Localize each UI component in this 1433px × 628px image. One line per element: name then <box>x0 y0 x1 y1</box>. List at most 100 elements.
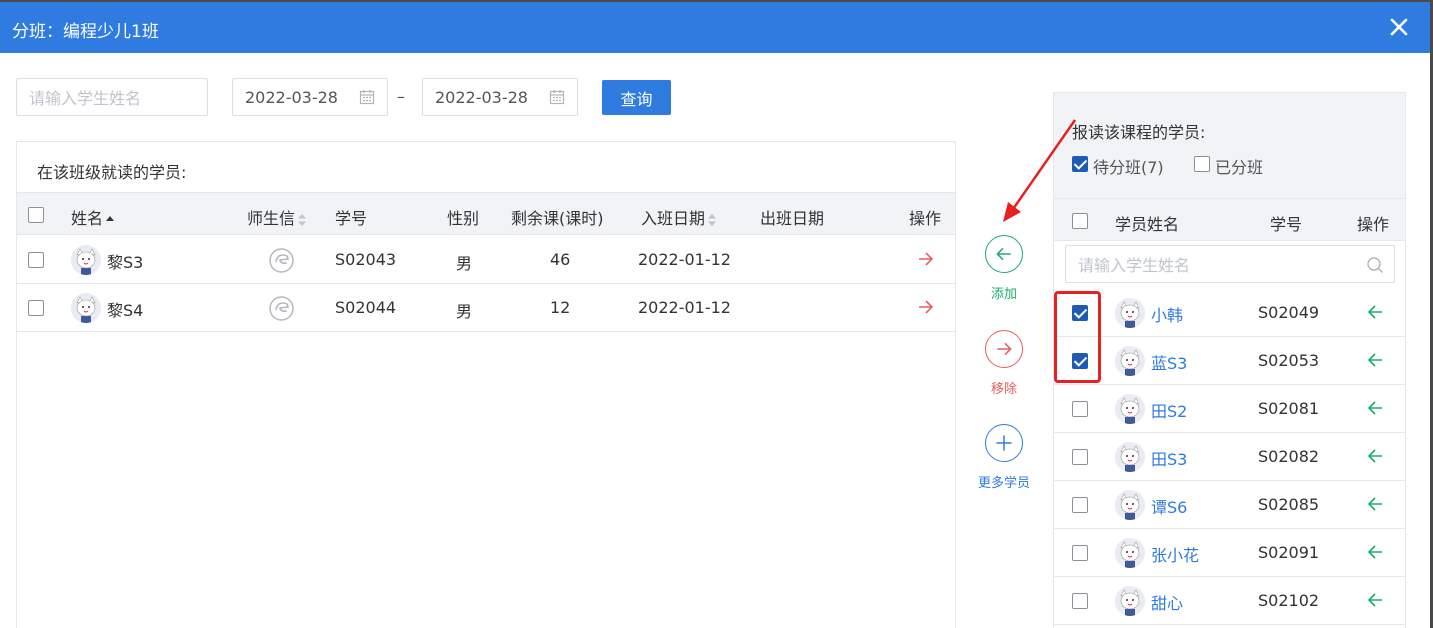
table-row: 黎S3 S02043 男 46 2022-01-12 <box>17 236 955 284</box>
select-all-checkbox[interactable] <box>28 207 44 223</box>
annotation-arrow <box>1003 119 1077 222</box>
add-arrow-left-icon[interactable] <box>1366 400 1384 416</box>
table-row: 蓝S3 S02053 <box>1054 337 1405 385</box>
avatar <box>1115 490 1145 520</box>
join-date: 2022-01-12 <box>638 250 731 269</box>
assigned-filter-checkbox[interactable] <box>1194 156 1210 172</box>
row-checkbox[interactable] <box>1072 545 1088 561</box>
calendar-icon <box>549 90 565 105</box>
row-checkbox[interactable] <box>1072 401 1088 417</box>
avatar <box>1115 298 1145 328</box>
student-name-link[interactable]: 田S2 <box>1151 398 1187 422</box>
pending-filter-label[interactable]: 待分班(7) <box>1093 154 1164 178</box>
join-date: 2022-01-12 <box>638 298 731 317</box>
avatar <box>71 293 101 323</box>
column-wechat[interactable]: 师生信 <box>247 205 307 229</box>
student-gender: 男 <box>456 302 473 321</box>
column-remaining-lessons: 剩余课(课时) <box>511 209 604 228</box>
course-table-header: 学员姓名 学号 操作 <box>1054 198 1405 241</box>
add-button[interactable] <box>985 235 1023 273</box>
end-date-value: 2022-03-28 <box>435 87 528 107</box>
table-row: 黎S4 S02044 男 12 2022-01-12 <box>17 284 955 332</box>
row-checkbox[interactable] <box>1072 497 1088 513</box>
enrolled-panel-title: 在该班级就读的学员: <box>37 163 187 182</box>
column-student-id: 学号 <box>1270 215 1303 234</box>
student-id: S02043 <box>335 250 397 269</box>
avatar <box>71 245 101 275</box>
query-button[interactable]: 查询 <box>602 80 671 115</box>
student-id: S02044 <box>335 298 397 317</box>
student-name: 黎S3 <box>107 253 144 272</box>
course-student-search-input[interactable]: 请输入学生姓名 <box>1065 245 1395 283</box>
remaining-lessons: 46 <box>550 250 571 269</box>
student-name: 黎S4 <box>107 301 144 320</box>
column-join-date[interactable]: 入班日期 <box>641 205 717 229</box>
wechat-icon[interactable] <box>269 248 294 273</box>
remove-arrow-right-icon[interactable] <box>917 251 935 267</box>
table-row: 田S3 S02082 <box>1054 433 1405 481</box>
student-id: S02049 <box>1258 303 1320 322</box>
student-name-link[interactable]: 蓝S3 <box>1151 350 1187 374</box>
student-name-link[interactable]: 甜心 <box>1151 590 1183 614</box>
avatar <box>1115 538 1145 568</box>
column-student-name: 学员姓名 <box>1115 215 1180 234</box>
student-id: S02053 <box>1258 351 1320 370</box>
student-id: S02102 <box>1258 591 1320 610</box>
course-table-body: 请输入学生姓名 小韩 S02049 蓝S3 S02053 田S2 S02081 田S3 S02… <box>1054 241 1405 628</box>
student-name-link[interactable]: 谭S6 <box>1151 494 1187 518</box>
more-students-button[interactable] <box>985 424 1023 462</box>
enrolled-table-header: 姓名 师生信 学号 性别 剩余课(课时) 入班日期 出班日期 操作 <box>17 192 955 235</box>
start-date-picker[interactable]: 2022-03-28 <box>232 78 388 116</box>
add-arrow-left-icon[interactable] <box>1366 304 1384 320</box>
row-checkbox[interactable] <box>28 300 44 316</box>
sort-asc-icon <box>106 215 115 221</box>
start-date-value: 2022-03-28 <box>245 87 338 107</box>
add-arrow-left-icon[interactable] <box>1366 592 1384 608</box>
more-students-label[interactable]: 更多学员 <box>964 472 1044 491</box>
add-arrow-left-icon[interactable] <box>1366 544 1384 560</box>
table-row: 甜心 S02102 <box>1054 577 1405 625</box>
student-name-link[interactable]: 田S3 <box>1151 446 1187 470</box>
add-arrow-left-icon[interactable] <box>1366 496 1384 512</box>
column-action: 操作 <box>909 209 942 228</box>
date-range-separator: – <box>397 87 405 106</box>
add-arrow-left-icon[interactable] <box>1366 352 1384 368</box>
student-id: S02091 <box>1258 543 1320 562</box>
course-panel-title: 报读该课程的学员: <box>1072 123 1206 142</box>
search-icon[interactable] <box>1366 256 1384 274</box>
row-checkbox[interactable] <box>1072 593 1088 609</box>
remaining-lessons: 12 <box>550 298 571 317</box>
table-row: 田S2 S02081 <box>1054 385 1405 433</box>
avatar <box>1115 394 1145 424</box>
close-icon[interactable] <box>1388 16 1410 38</box>
avatar <box>1115 442 1145 472</box>
selection-highlight-box <box>1054 291 1101 383</box>
class-assignment-dialog: 分班：编程少儿1班 请输入学生姓名 2022-03-28 – 2022-03-2… <box>0 2 1430 628</box>
add-arrow-left-icon[interactable] <box>1366 448 1384 464</box>
student-name-input[interactable]: 请输入学生姓名 <box>16 78 208 116</box>
table-row: 谭S6 S02085 <box>1054 481 1405 529</box>
column-name[interactable]: 姓名 <box>71 205 115 229</box>
student-id: S02085 <box>1258 495 1320 514</box>
dialog-header: 分班：编程少儿1班 <box>0 2 1430 53</box>
column-student-id: 学号 <box>335 209 368 228</box>
row-checkbox[interactable] <box>1072 449 1088 465</box>
remove-button[interactable] <box>985 330 1023 368</box>
remove-label[interactable]: 移除 <box>964 378 1044 397</box>
student-id: S02081 <box>1258 399 1320 418</box>
table-row: 小韩 S02049 <box>1054 289 1405 337</box>
add-label[interactable]: 添加 <box>964 283 1044 302</box>
student-name-link[interactable]: 小韩 <box>1151 302 1183 326</box>
remove-arrow-right-icon[interactable] <box>917 299 935 315</box>
assigned-filter-label[interactable]: 已分班 <box>1215 154 1263 178</box>
sort-icon <box>298 213 307 226</box>
wechat-icon[interactable] <box>269 296 294 321</box>
row-checkbox[interactable] <box>28 252 44 268</box>
avatar <box>1115 346 1145 376</box>
enrolled-students-panel: 在该班级就读的学员: 姓名 师生信 学号 性别 剩余课(课时) 入班日期 出班日… <box>16 141 956 628</box>
student-name-link[interactable]: 张小花 <box>1151 542 1199 566</box>
student-gender: 男 <box>456 254 473 273</box>
avatar <box>1115 586 1145 616</box>
sort-icon <box>708 213 717 226</box>
end-date-picker[interactable]: 2022-03-28 <box>422 78 578 116</box>
